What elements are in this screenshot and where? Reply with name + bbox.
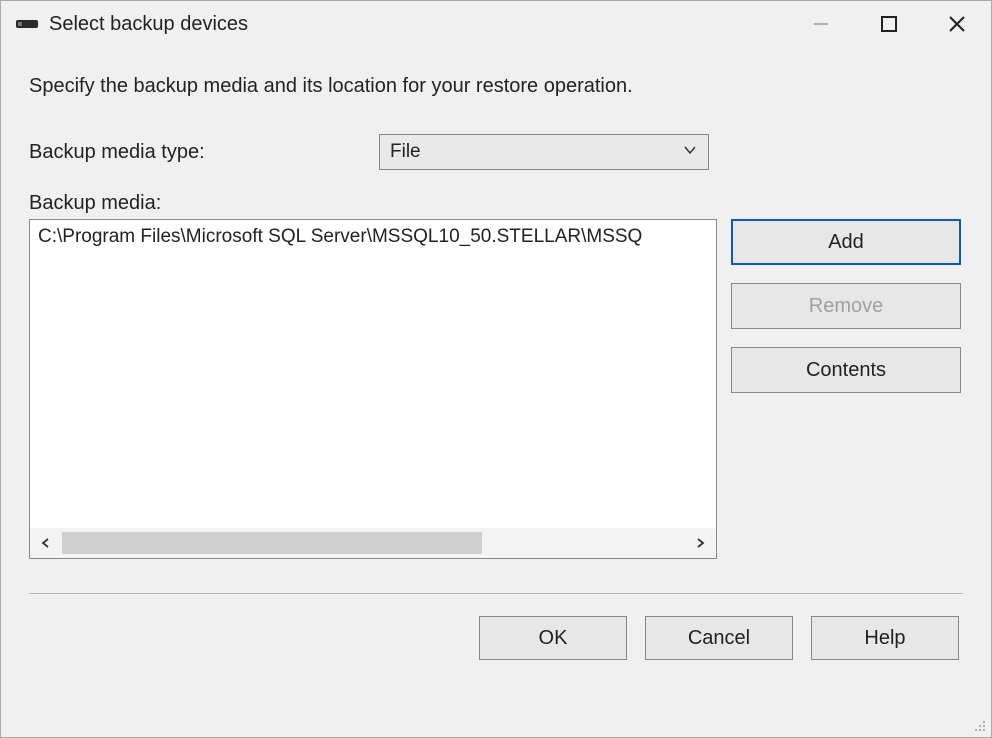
list-item[interactable]: C:\Program Files\Microsoft SQL Server\MS… (38, 226, 708, 248)
media-type-dropdown[interactable]: File (379, 134, 709, 170)
minimize-icon (812, 15, 830, 33)
window-title: Select backup devices (49, 13, 248, 36)
divider (29, 593, 963, 594)
scroll-thumb[interactable] (62, 532, 482, 554)
add-button[interactable]: Add (731, 219, 961, 265)
backup-device-icon (15, 18, 39, 30)
chevron-left-icon (40, 537, 52, 549)
maximize-button[interactable] (855, 1, 923, 47)
horizontal-scrollbar (30, 528, 716, 558)
scroll-track[interactable] (62, 532, 684, 554)
side-buttons: Add Remove Contents (731, 219, 961, 559)
scroll-right-button[interactable] (684, 528, 716, 558)
footer-buttons: OK Cancel Help (29, 616, 963, 660)
titlebar: Select backup devices (1, 1, 991, 47)
dialog-content: Specify the backup media and its locatio… (1, 47, 991, 737)
remove-button: Remove (731, 283, 961, 329)
instruction-text: Specify the backup media and its locatio… (29, 75, 963, 98)
dialog-window: Select backup devices Specify the backup… (0, 0, 992, 738)
close-button[interactable] (923, 1, 991, 47)
media-type-label: Backup media type: (29, 141, 379, 164)
resize-grip[interactable] (969, 715, 987, 733)
chevron-down-icon (682, 142, 698, 163)
backup-media-listbox[interactable]: C:\Program Files\Microsoft SQL Server\MS… (29, 219, 717, 559)
cancel-button[interactable]: Cancel (645, 616, 793, 660)
media-row: C:\Program Files\Microsoft SQL Server\MS… (29, 219, 963, 559)
listbox-content: C:\Program Files\Microsoft SQL Server\MS… (30, 220, 716, 528)
media-type-row: Backup media type: File (29, 134, 963, 170)
ok-button[interactable]: OK (479, 616, 627, 660)
chevron-right-icon (694, 537, 706, 549)
close-icon (947, 14, 967, 34)
help-button[interactable]: Help (811, 616, 959, 660)
window-controls (787, 1, 991, 47)
resize-grip-icon (969, 715, 987, 733)
maximize-icon (880, 15, 898, 33)
backup-media-label: Backup media: (29, 192, 963, 215)
contents-button[interactable]: Contents (731, 347, 961, 393)
media-type-selected: File (390, 141, 421, 163)
minimize-button[interactable] (787, 1, 855, 47)
scroll-left-button[interactable] (30, 528, 62, 558)
